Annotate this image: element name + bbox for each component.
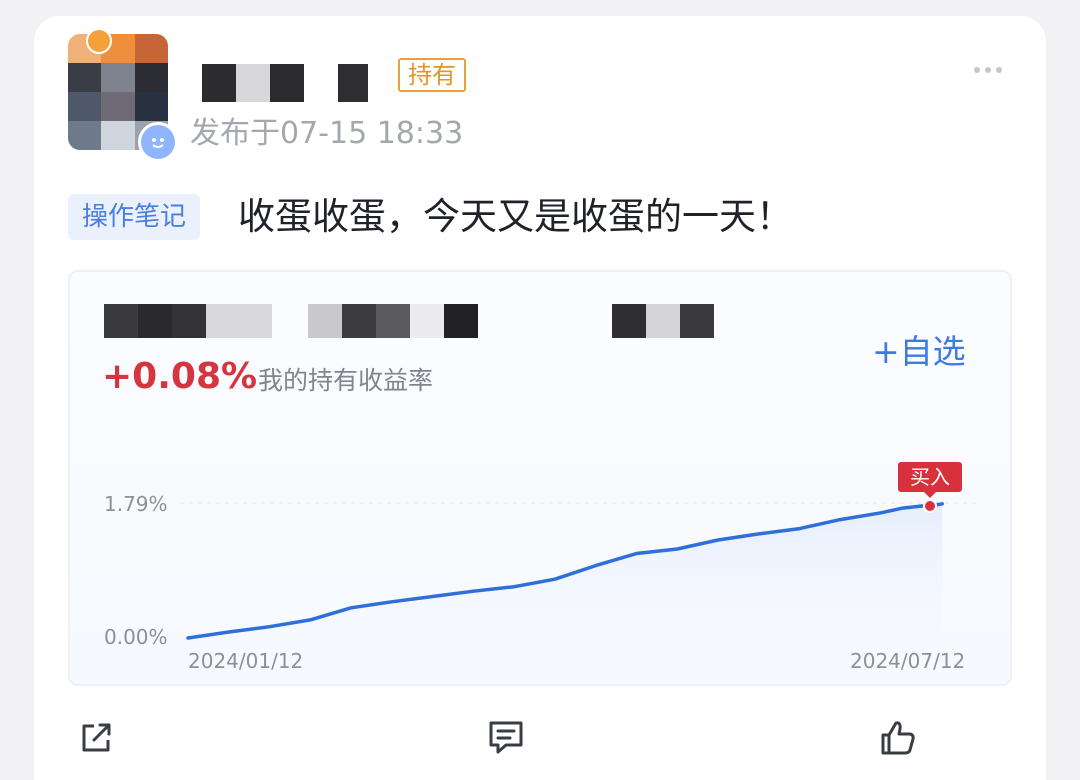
y-tick-label-min: 0.00%: [104, 625, 168, 649]
post-text: 收蛋收蛋，今天又是收蛋的一天！: [238, 195, 793, 238]
share-icon: [82, 723, 111, 752]
add-watchlist-button[interactable]: +自选: [872, 330, 966, 374]
comment-button[interactable]: [484, 716, 528, 760]
buy-label: 买入: [910, 465, 950, 489]
verified-badge-icon: [138, 122, 178, 162]
fund-card[interactable]: +0.08% 我的持有收益率 +自选 1.79% 0.00% 2024/01/1…: [68, 270, 1012, 686]
like-button[interactable]: [876, 716, 920, 760]
post-card: 持有 发布于07-15 18:33 操作笔记 收蛋收蛋，今天又是收蛋的一天！ +…: [34, 16, 1046, 780]
y-tick-label-max: 1.79%: [104, 492, 168, 516]
x-tick-label-end: 2024/07/12: [850, 649, 965, 672]
holding-badge: 持有: [398, 58, 466, 92]
thumbs-up-icon: [881, 721, 915, 755]
share-button[interactable]: [74, 716, 118, 760]
post-tag[interactable]: 操作笔记: [68, 194, 201, 240]
holding-return-label: 我的持有收益率: [258, 366, 434, 395]
series-area: [188, 503, 943, 638]
more-options-icon[interactable]: [974, 60, 1004, 80]
username-pixelated[interactable]: [202, 64, 368, 102]
avatar[interactable]: [68, 28, 178, 162]
buy-point: [923, 499, 937, 514]
x-tick-label-start: 2024/01/12: [188, 649, 303, 672]
mascot-icon: [86, 28, 112, 54]
fund-name-pixelated: [104, 304, 714, 338]
buy-annotation: 买入: [898, 462, 962, 514]
holding-return-value: +0.08%: [102, 356, 258, 397]
buy-label-pointer: [924, 492, 936, 499]
return-line-chart: 1.79% 0.00% 2024/01/12 2024/07/12 买入: [104, 462, 976, 672]
comment-icon: [489, 721, 523, 754]
publish-time: 发布于07-15 18:33: [190, 116, 464, 151]
